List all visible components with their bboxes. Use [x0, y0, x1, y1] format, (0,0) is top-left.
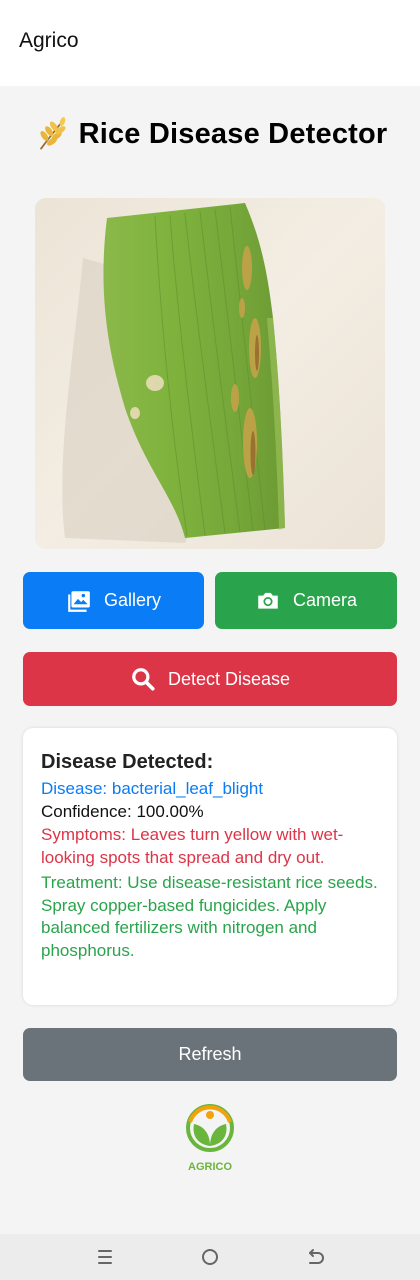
camera-button[interactable]: Camera	[215, 572, 397, 629]
camera-button-label: Camera	[292, 590, 358, 610]
detect-disease-button-label: Detect Disease	[167, 668, 291, 689]
rice-icon	[39, 117, 66, 150]
search-icon	[132, 668, 155, 691]
disease-name: Disease: bacterial_leaf_blight	[41, 779, 264, 798]
confidence-value: Confidence: 100.00%	[41, 801, 204, 821]
treatment-text: Treatment: Use disease-resistant rice se…	[41, 873, 378, 960]
recent-apps-icon[interactable]	[92, 1244, 118, 1270]
symptoms-text: Symptoms: Leaves turn yellow with wet-lo…	[41, 825, 344, 867]
page-heading: Rice Disease Detector	[0, 112, 420, 156]
logo-text: AGRICO	[188, 1161, 232, 1173]
result-card: Disease Detected: Disease: bacterial_lea…	[23, 728, 397, 1005]
agrico-logo: AGRICO	[186, 1104, 234, 1173]
result-heading: Disease Detected:	[41, 751, 214, 773]
refresh-button[interactable]: Refresh	[23, 1028, 397, 1081]
detect-disease-button[interactable]: Detect Disease	[23, 652, 397, 706]
leaf-preview-image	[35, 198, 385, 549]
refresh-button-label: Refresh	[178, 1044, 242, 1064]
app-bar: Agrico	[0, 0, 420, 86]
app-bar-title: Agrico	[19, 29, 79, 52]
gallery-button-label: Gallery	[103, 590, 161, 610]
home-icon[interactable]	[197, 1244, 223, 1270]
system-nav-bar	[0, 1234, 420, 1280]
camera-icon	[258, 592, 278, 609]
gallery-button[interactable]: Gallery	[23, 572, 204, 629]
page-title: Rice Disease Detector	[78, 117, 388, 150]
back-icon[interactable]	[302, 1244, 328, 1270]
image-icon	[68, 590, 90, 612]
